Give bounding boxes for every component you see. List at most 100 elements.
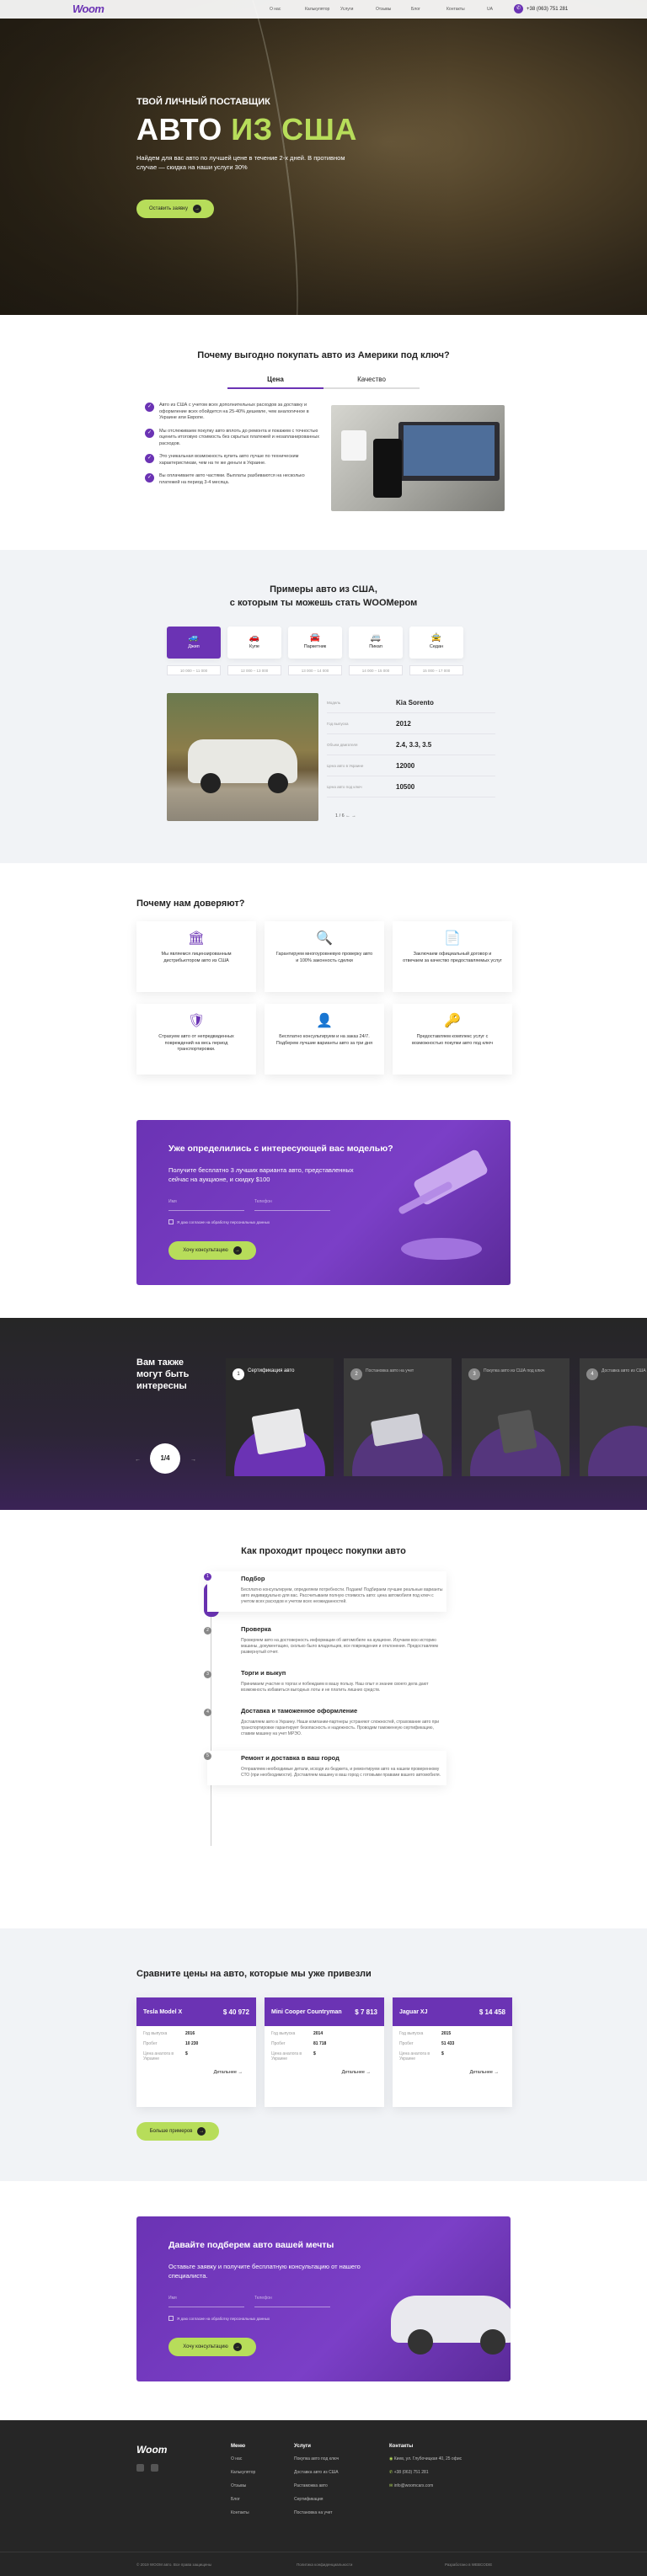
- compare-card: Jaguar XJ $ 14 458 Год выпуска 2015 Пробег…: [393, 1997, 512, 2107]
- compare-cards: Tesla Model X $ 40 972 Год выпуска 2016 Пр…: [136, 1997, 512, 2107]
- footer-phone[interactable]: ✆ +38 (063) 751 281: [389, 2470, 462, 2475]
- service-slide[interactable]: 3 Покупка авто из США под ключ: [462, 1358, 569, 1476]
- phone-field[interactable]: Телефон: [254, 2296, 330, 2307]
- phone-field[interactable]: Телефон: [254, 1199, 330, 1211]
- nav-item-services[interactable]: Услуги: [340, 7, 376, 12]
- compare-row: Пробег 81 718: [265, 2041, 384, 2046]
- document-icon: 📄: [444, 931, 461, 946]
- tab-label: Джип: [188, 644, 200, 649]
- price-range-row: 10 000 – 11 000 12 000 – 13 000 13 000 –…: [167, 665, 463, 675]
- slide-title: Доставка авто из США: [602, 1368, 646, 1373]
- compare-row: Цена аналога в Украине $: [265, 2051, 384, 2061]
- slide-title: Покупка авто из США под ключ: [484, 1368, 545, 1373]
- service-slide[interactable]: 4 Доставка авто из США: [580, 1358, 647, 1476]
- check-icon: ✓: [145, 428, 154, 438]
- why-item-text: Мы отслеживаем покупку авто вплоть до ре…: [159, 428, 320, 446]
- footer-link[interactable]: Растаможка авто: [294, 2483, 339, 2488]
- hero-cta-button[interactable]: Оставить заявку →: [136, 200, 214, 218]
- row-key: Цена аналога в Украине: [271, 2051, 302, 2061]
- car-name: Mini Cooper Countryman: [271, 2008, 342, 2015]
- footer-link[interactable]: Сертификация: [294, 2497, 339, 2502]
- price-range[interactable]: 14 000 – 15 000: [349, 665, 403, 675]
- price-range[interactable]: 10 000 – 11 000: [167, 665, 221, 675]
- footer-link[interactable]: Блог: [231, 2497, 255, 2502]
- nav-item-contacts[interactable]: Контакты: [446, 7, 482, 12]
- row-value: $: [441, 2051, 444, 2056]
- phone-graphic: [373, 439, 402, 498]
- name-field[interactable]: Имя: [168, 2296, 244, 2307]
- instagram-icon[interactable]: [136, 2464, 144, 2472]
- tab-label: Седан: [429, 644, 444, 649]
- jeep-icon: 🚙: [188, 633, 200, 643]
- footer-link[interactable]: Доставка авто из США: [294, 2470, 339, 2475]
- car-pager[interactable]: 1 / 6 ← →: [335, 813, 356, 819]
- footer-link[interactable]: Калькулятор: [231, 2470, 255, 2475]
- consent-checkbox[interactable]: Я даю согласие на обработку персональных…: [168, 1219, 270, 1224]
- tab-crossover[interactable]: 🚘 Паркетник: [288, 627, 342, 659]
- footer-bottom: © 2019 WOOM авто. Все права защищены Пол…: [0, 2552, 647, 2576]
- compare-card: Mini Cooper Countryman $ 7 813 Год выпуск…: [265, 1997, 384, 2107]
- footer-link[interactable]: Постановка на учет: [294, 2510, 339, 2515]
- process-step[interactable]: 2 Проверка Проверяем авто на достоверность…: [204, 1625, 446, 1656]
- footer-link[interactable]: О нас: [231, 2456, 255, 2461]
- tab-label: Пикап: [369, 644, 382, 649]
- logo[interactable]: Woom: [72, 3, 104, 15]
- step-number: 4: [204, 1709, 211, 1716]
- privacy-link[interactable]: Политика конфиденциальности: [297, 2563, 352, 2567]
- more-examples-button[interactable]: Больше примеров →: [136, 2122, 219, 2141]
- language-switch[interactable]: UA: [487, 7, 493, 12]
- tab-label: Купе: [249, 644, 259, 649]
- step-title: Доставка и таможенное оформление: [241, 1707, 358, 1715]
- price-range[interactable]: 13 000 – 14 000: [288, 665, 342, 675]
- name-field[interactable]: Имя: [168, 1199, 244, 1211]
- developer-credit[interactable]: Разработано в WEBCODIE: [445, 2563, 492, 2567]
- tab-sedan[interactable]: 🚖 Седан: [409, 627, 463, 659]
- details-link[interactable]: Детальнее →: [136, 2070, 256, 2075]
- facebook-icon[interactable]: [151, 2464, 158, 2472]
- copyright: © 2019 WOOM авто. Все права защищены: [136, 2563, 212, 2567]
- arrow-right-icon: →: [192, 205, 201, 213]
- row-key: Пробег: [399, 2041, 414, 2046]
- tab-price[interactable]: Цена: [227, 376, 324, 389]
- footer-link[interactable]: Покупка авто под ключ: [294, 2456, 339, 2461]
- spec-value: 10500: [396, 782, 415, 791]
- tab-jeep[interactable]: 🚙 Джип: [167, 627, 221, 659]
- consultation-button[interactable]: Хочу консультацию →: [168, 2338, 256, 2356]
- footer-logo[interactable]: Woom: [136, 2444, 167, 2456]
- header-phone[interactable]: ✆ +38 (063) 751 281: [514, 4, 568, 13]
- tab-coupe[interactable]: 🚗 Купе: [227, 627, 281, 659]
- service-slide[interactable]: 1 Сертификация авто: [226, 1358, 334, 1476]
- mail-icon: ✉: [389, 2483, 393, 2488]
- details-link[interactable]: Детальнее →: [393, 2070, 512, 2075]
- nav-item-reviews[interactable]: Отзывы: [376, 7, 411, 12]
- consultation-button[interactable]: Хочу консультацию →: [168, 1241, 256, 1260]
- footer-link[interactable]: Контакты: [231, 2510, 255, 2515]
- car-name: Tesla Model X: [143, 2008, 183, 2015]
- process-step[interactable]: 5 Ремонт и доставка в ваш город Отправляем…: [204, 1751, 446, 1785]
- details-link[interactable]: Детальнее →: [265, 2070, 384, 2075]
- step-desc: Принимаем участие в торгах и побеждаем в…: [241, 1682, 429, 1693]
- tab-quality[interactable]: Качество: [324, 376, 420, 389]
- spec-key: Цена авто в Украине: [327, 763, 364, 768]
- footer-email[interactable]: ✉ info@woomcars.com: [389, 2483, 462, 2488]
- process-step[interactable]: 3 Торги и выкуп Принимаем участие в торгах…: [204, 1669, 446, 1693]
- slide-number: 4: [586, 1368, 598, 1380]
- process-step[interactable]: 1 Подбор Бесплатно консультируем, определя…: [204, 1571, 446, 1612]
- nav-item-blog[interactable]: Блог: [411, 7, 446, 12]
- process-step[interactable]: 4 Доставка и таможенное оформление Доставл…: [204, 1707, 446, 1737]
- white-car-illustration: [382, 2270, 511, 2355]
- arrow-right-icon[interactable]: →: [190, 1457, 196, 1463]
- tab-pickup[interactable]: 🚐 Пикап: [349, 627, 403, 659]
- arrow-right-icon: →: [494, 2070, 500, 2075]
- phone-icon: ✆: [389, 2470, 393, 2475]
- row-key: Год выпуска: [143, 2031, 168, 2036]
- consent-checkbox[interactable]: Я даю согласие на обработку персональных…: [168, 2316, 270, 2321]
- footer-link[interactable]: Отзывы: [231, 2483, 255, 2488]
- price-range[interactable]: 12 000 – 13 000: [227, 665, 281, 675]
- nav-item-about[interactable]: О нас: [270, 7, 305, 12]
- nav-item-calculator[interactable]: Калькулятор: [305, 7, 340, 12]
- arrow-left-icon[interactable]: ←: [135, 1457, 141, 1463]
- trust-text: Заключаем официальный договор и отвечаем…: [403, 952, 502, 963]
- price-range[interactable]: 15 000 – 17 000: [409, 665, 463, 675]
- service-slide[interactable]: 2 Постановка авто на учет: [344, 1358, 452, 1476]
